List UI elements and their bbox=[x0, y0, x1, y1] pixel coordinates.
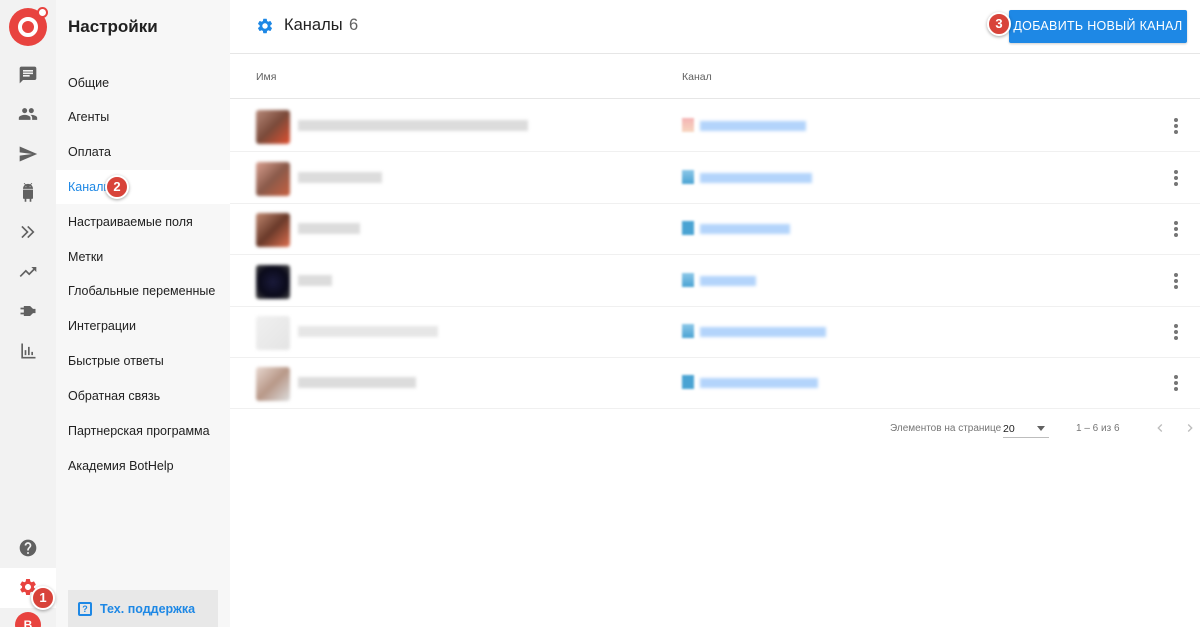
sidebar-item-integrations[interactable]: Интеграции bbox=[56, 309, 230, 343]
chat-icon[interactable] bbox=[16, 63, 40, 87]
sidebar-item-quick-replies[interactable]: Быстрые ответы bbox=[56, 344, 230, 378]
page-header: Каналы 6 ДОБАВИТЬ НОВЫЙ КАНАЛ bbox=[230, 0, 1200, 54]
icon-rail: B bbox=[0, 0, 56, 627]
more-vert-icon[interactable] bbox=[1168, 168, 1184, 188]
channel-name-redacted bbox=[298, 377, 416, 388]
trending-icon[interactable] bbox=[16, 260, 40, 284]
chevron-left-icon[interactable] bbox=[1152, 420, 1168, 438]
table-row[interactable] bbox=[230, 152, 1200, 204]
channel-avatar bbox=[256, 110, 290, 144]
sidebar-item-global-variables[interactable]: Глобальные переменные bbox=[56, 274, 230, 308]
people-icon[interactable] bbox=[16, 102, 40, 126]
support-button[interactable]: ? Тех. поддержка bbox=[68, 590, 218, 627]
bar-chart-icon[interactable] bbox=[16, 339, 40, 363]
table-row[interactable] bbox=[230, 306, 1200, 358]
user-avatar[interactable]: B bbox=[15, 612, 41, 627]
table-row[interactable] bbox=[230, 357, 1200, 409]
annotation-badge-3: 3 bbox=[987, 12, 1011, 36]
channel-type-icon bbox=[682, 118, 694, 132]
more-vert-icon[interactable] bbox=[1168, 373, 1184, 393]
bot-icon[interactable] bbox=[16, 181, 40, 205]
main-content: Каналы 6 ДОБАВИТЬ НОВЫЙ КАНАЛ Имя Канал bbox=[230, 0, 1200, 627]
annotation-badge-1: 1 bbox=[31, 586, 55, 610]
channel-type-icon bbox=[682, 170, 694, 184]
sidebar-item-academy[interactable]: Академия BotHelp bbox=[56, 449, 230, 483]
column-header-name[interactable]: Имя bbox=[256, 71, 276, 83]
channel-type-icon bbox=[682, 324, 694, 338]
channel-name-redacted bbox=[298, 223, 360, 234]
channel-avatar bbox=[256, 367, 290, 401]
page-range: 1 – 6 из 6 bbox=[1076, 423, 1120, 434]
bothelp-logo[interactable] bbox=[9, 7, 48, 46]
support-label: Тех. поддержка bbox=[100, 601, 196, 616]
sidebar-item-general[interactable]: Общие bbox=[56, 66, 230, 100]
paginator: Элементов на странице 20 1 – 6 из 6 bbox=[230, 418, 1200, 440]
channel-link-redacted[interactable] bbox=[700, 276, 756, 286]
items-per-page-select[interactable]: 20 bbox=[1003, 418, 1049, 438]
channel-link-redacted[interactable] bbox=[700, 378, 818, 388]
channel-type-icon bbox=[682, 375, 694, 389]
chevrons-icon[interactable] bbox=[16, 220, 40, 244]
table-row[interactable] bbox=[230, 255, 1200, 307]
logo-dot bbox=[37, 7, 48, 18]
more-vert-icon[interactable] bbox=[1168, 271, 1184, 291]
channel-avatar bbox=[256, 162, 290, 196]
send-icon[interactable] bbox=[16, 142, 40, 166]
sidebar-item-feedback[interactable]: Обратная связь bbox=[56, 379, 230, 413]
more-vert-icon[interactable] bbox=[1168, 116, 1184, 136]
channel-count: 6 bbox=[349, 16, 359, 34]
settings-sidebar: Настройки Общие Агенты Оплата Каналы Нас… bbox=[56, 0, 230, 627]
chevron-right-icon[interactable] bbox=[1182, 420, 1198, 438]
channel-name-redacted bbox=[298, 326, 438, 337]
sidebar-item-partner-program[interactable]: Партнерская программа bbox=[56, 414, 230, 448]
table-row[interactable] bbox=[230, 203, 1200, 255]
sidebar-item-tags[interactable]: Метки bbox=[56, 240, 230, 274]
channel-name-redacted bbox=[298, 275, 332, 286]
channel-avatar bbox=[256, 213, 290, 247]
channel-avatar bbox=[256, 265, 290, 299]
support-icon: ? bbox=[78, 601, 92, 616]
sidebar-item-payment[interactable]: Оплата bbox=[56, 135, 230, 169]
channel-name-redacted bbox=[298, 120, 528, 131]
sidebar-item-channels[interactable]: Каналы bbox=[56, 170, 230, 204]
add-channel-button[interactable]: ДОБАВИТЬ НОВЫЙ КАНАЛ bbox=[1009, 10, 1187, 43]
channel-link-redacted[interactable] bbox=[700, 224, 790, 234]
table-row[interactable] bbox=[230, 100, 1200, 152]
settings-gear-icon bbox=[256, 17, 274, 35]
channel-type-icon bbox=[682, 273, 694, 287]
channel-link-redacted[interactable] bbox=[700, 173, 812, 183]
help-icon[interactable] bbox=[16, 536, 40, 560]
channel-name-redacted bbox=[298, 172, 382, 183]
channel-avatar bbox=[256, 316, 290, 350]
more-vert-icon[interactable] bbox=[1168, 219, 1184, 239]
table-header: Имя Канал bbox=[230, 55, 1200, 99]
channel-link-redacted[interactable] bbox=[700, 121, 806, 131]
logo-ring bbox=[18, 17, 38, 37]
items-per-page-value: 20 bbox=[1003, 423, 1015, 435]
page-title: Каналы bbox=[284, 16, 343, 34]
caret-down-icon bbox=[1037, 426, 1045, 431]
sidebar-item-custom-fields[interactable]: Настраиваемые поля bbox=[56, 205, 230, 239]
column-header-channel[interactable]: Канал bbox=[682, 71, 712, 83]
more-vert-icon[interactable] bbox=[1168, 322, 1184, 342]
sidebar-item-agents[interactable]: Агенты bbox=[56, 100, 230, 134]
items-per-page-label: Элементов на странице bbox=[890, 423, 1002, 434]
channel-type-icon bbox=[682, 221, 694, 235]
channel-link-redacted[interactable] bbox=[700, 327, 826, 337]
annotation-badge-2: 2 bbox=[105, 175, 129, 199]
plug-icon[interactable] bbox=[16, 299, 40, 323]
sidebar-title: Настройки bbox=[68, 17, 158, 36]
